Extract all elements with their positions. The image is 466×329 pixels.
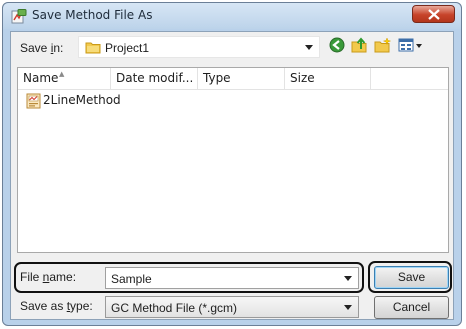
up-folder-icon[interactable] [351, 37, 369, 56]
close-x-icon [428, 9, 440, 20]
save-button[interactable]: Save [374, 266, 449, 289]
column-header-size[interactable]: Size [285, 68, 371, 89]
column-header-date[interactable]: Date modif... [111, 68, 198, 89]
save-dialog-window: Save Method File As Save in: Project1 ▲ … [2, 2, 462, 326]
file-list[interactable]: ▲ Name Date modif... Type Size 2LineMeth… [17, 67, 449, 253]
title-bar[interactable]: Save Method File As [3, 3, 461, 29]
app-icon [11, 9, 27, 24]
chevron-down-icon[interactable] [305, 45, 313, 50]
save-as-type-dropdown[interactable]: GC Method File (*.gcm) [105, 296, 359, 318]
views-menu-icon[interactable] [398, 37, 424, 56]
chevron-down-icon[interactable] [344, 276, 352, 281]
file-name-text: 2LineMethod [43, 93, 121, 107]
file-name-label: File name: [20, 270, 77, 284]
new-folder-icon[interactable] [374, 37, 392, 56]
column-header-type[interactable]: Type [198, 68, 285, 89]
back-icon[interactable] [329, 37, 345, 56]
dialog-body: Save in: Project1 ▲ Name Date modif... T… [10, 31, 454, 320]
save-as-type-label: Save as type: [20, 299, 93, 313]
close-button[interactable] [412, 5, 455, 23]
sort-arrow-icon: ▲ [59, 70, 65, 78]
file-name-value: Sample [111, 272, 152, 286]
cancel-button[interactable]: Cancel [374, 296, 449, 319]
column-header-label: Date modif... [116, 71, 194, 85]
method-file-icon [26, 93, 42, 112]
save-as-type-value: GC Method File (*.gcm) [111, 301, 238, 315]
column-header-label: Type [203, 71, 231, 85]
column-header-name[interactable]: ▲ Name [18, 68, 111, 89]
file-name-input[interactable]: Sample [105, 267, 359, 289]
save-in-dropdown[interactable]: Project1 [78, 36, 320, 58]
column-header-label: Name [23, 71, 59, 85]
folder-icon [85, 40, 101, 58]
chevron-down-icon[interactable] [344, 305, 352, 310]
column-header-label: Size [290, 71, 315, 85]
save-in-value: Project1 [105, 41, 150, 55]
window-title: Save Method File As [32, 8, 153, 22]
list-header: ▲ Name Date modif... Type Size [18, 68, 448, 90]
save-in-label: Save in: [20, 41, 64, 55]
